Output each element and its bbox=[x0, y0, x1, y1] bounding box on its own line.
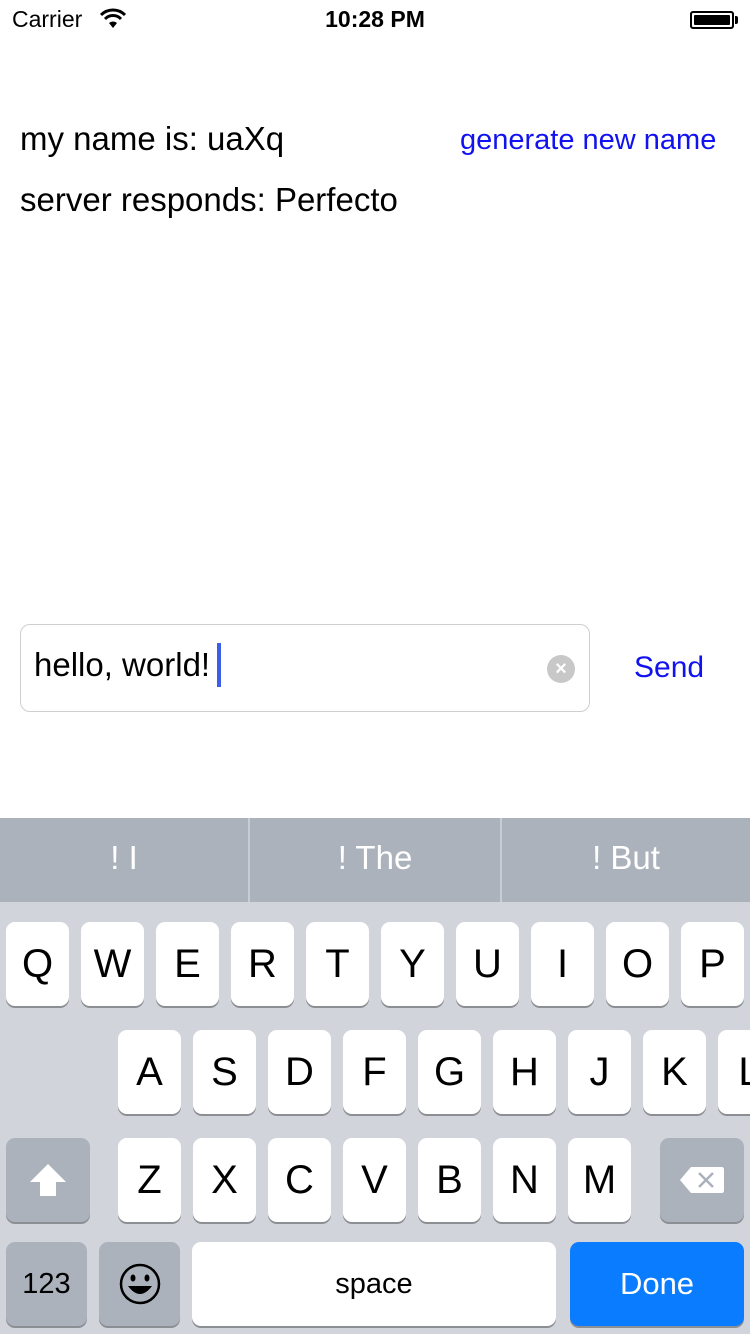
key-i[interactable]: I bbox=[531, 922, 594, 1006]
key-e[interactable]: E bbox=[156, 922, 219, 1006]
key-y[interactable]: Y bbox=[381, 922, 444, 1006]
key-m[interactable]: M bbox=[568, 1138, 631, 1222]
key-f[interactable]: F bbox=[343, 1030, 406, 1114]
send-button[interactable]: Send bbox=[634, 651, 704, 685]
key-q[interactable]: Q bbox=[6, 922, 69, 1006]
key-h[interactable]: H bbox=[493, 1030, 556, 1114]
shift-icon bbox=[30, 1164, 66, 1196]
name-label: my name is: uaXq bbox=[20, 120, 285, 157]
key-d[interactable]: D bbox=[268, 1030, 331, 1114]
text-caret bbox=[217, 643, 221, 687]
suggestion-2[interactable]: ! The bbox=[250, 818, 500, 902]
shift-key[interactable] bbox=[6, 1138, 90, 1222]
key-v[interactable]: V bbox=[343, 1138, 406, 1222]
key-n[interactable]: N bbox=[493, 1138, 556, 1222]
emoji-key[interactable] bbox=[99, 1242, 180, 1326]
key-a[interactable]: A bbox=[118, 1030, 181, 1114]
generate-name-button[interactable]: generate new name bbox=[460, 124, 716, 157]
key-g[interactable]: G bbox=[418, 1030, 481, 1114]
key-b[interactable]: B bbox=[418, 1138, 481, 1222]
key-z[interactable]: Z bbox=[118, 1138, 181, 1222]
server-response-label: server responds: Perfecto bbox=[20, 181, 398, 218]
key-s[interactable]: S bbox=[193, 1030, 256, 1114]
key-p[interactable]: P bbox=[681, 922, 744, 1006]
done-key[interactable]: Done bbox=[570, 1242, 744, 1326]
key-j[interactable]: J bbox=[568, 1030, 631, 1114]
numbers-key[interactable]: 123 bbox=[6, 1242, 87, 1326]
battery-icon bbox=[690, 11, 734, 29]
delete-key[interactable] bbox=[660, 1138, 744, 1222]
battery-nub bbox=[735, 16, 738, 24]
key-c[interactable]: C bbox=[268, 1138, 331, 1222]
suggestion-3[interactable]: ! But bbox=[502, 818, 750, 902]
key-r[interactable]: R bbox=[231, 922, 294, 1006]
key-o[interactable]: O bbox=[606, 922, 669, 1006]
status-time: 10:28 PM bbox=[325, 6, 425, 32]
clear-icon[interactable]: × bbox=[547, 655, 575, 683]
message-input-value[interactable]: hello, world! bbox=[34, 646, 210, 684]
key-w[interactable]: W bbox=[81, 922, 144, 1006]
key-x[interactable]: X bbox=[193, 1138, 256, 1222]
key-l[interactable]: L bbox=[718, 1030, 750, 1114]
suggestion-1[interactable]: ! I bbox=[0, 818, 248, 902]
space-key[interactable]: space bbox=[192, 1242, 556, 1326]
key-t[interactable]: T bbox=[306, 922, 369, 1006]
key-k[interactable]: K bbox=[643, 1030, 706, 1114]
backspace-icon bbox=[680, 1167, 724, 1193]
emoji-icon bbox=[119, 1263, 160, 1305]
key-u[interactable]: U bbox=[456, 922, 519, 1006]
